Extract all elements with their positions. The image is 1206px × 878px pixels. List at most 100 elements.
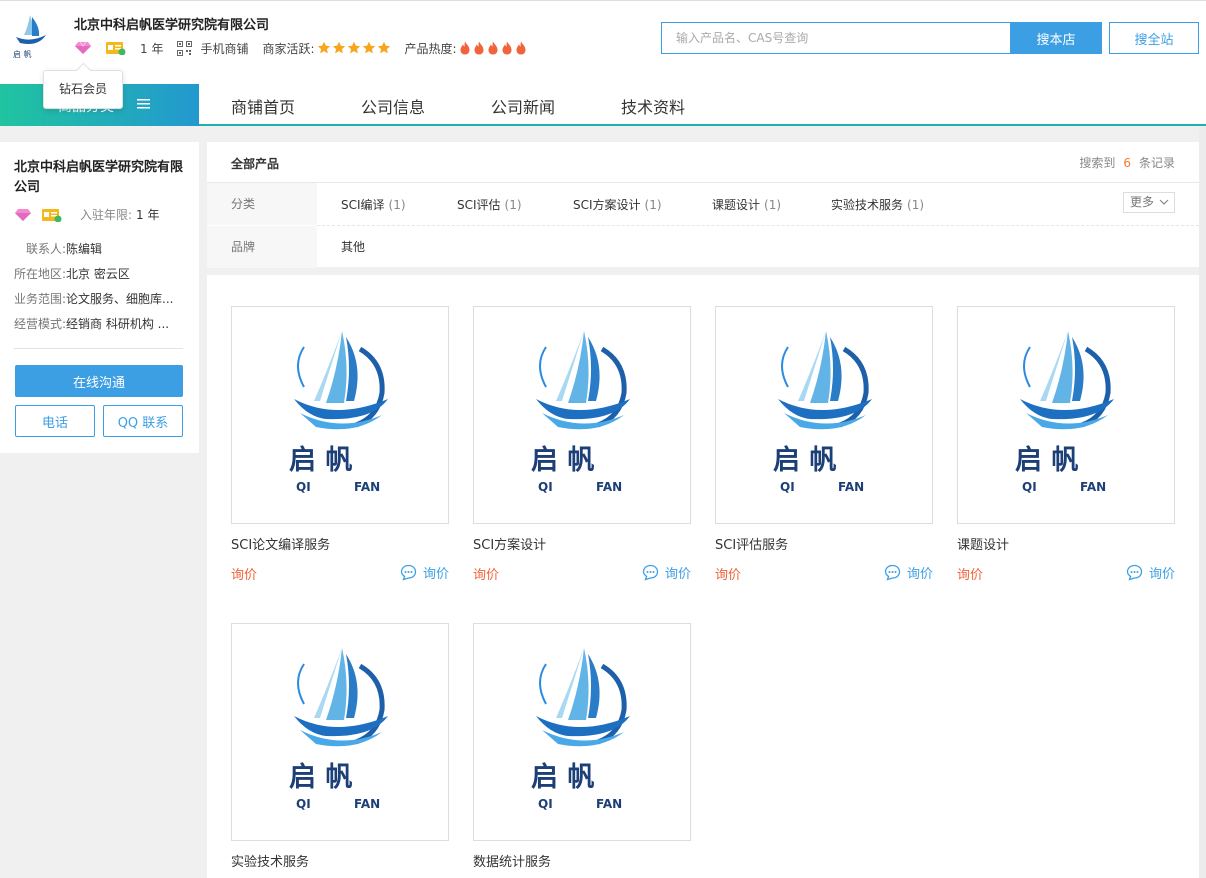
product-name[interactable]: SCI评估服务 [715, 534, 788, 553]
qifan-logo-image: 启 帆 QI FAN [289, 648, 388, 811]
svg-text:QI: QI [296, 480, 311, 494]
star-icon [362, 41, 375, 54]
more-categories-button[interactable]: 更多 [1123, 192, 1175, 213]
nav-item-company-info[interactable]: 公司信息 [361, 94, 425, 118]
search-site-button[interactable]: 搜全站 [1109, 22, 1199, 54]
qifan-logo-image: 启 帆 QI FAN [531, 648, 630, 811]
svg-text:FAN: FAN [596, 797, 622, 811]
qifan-logo-image: 启 帆 QI FAN [531, 331, 630, 494]
category-row-label: 分类 [207, 183, 317, 225]
contact-person: 联系人:陈编辑 [26, 242, 103, 256]
inquiry-link[interactable]: 询价 [1126, 563, 1175, 582]
product-image[interactable]: 启 帆 QI FAN [231, 623, 449, 841]
category-experiment-service[interactable]: 实验技术服务 (1) [831, 196, 924, 213]
inquiry-link[interactable]: 询价 [400, 563, 449, 582]
flame-icon [502, 41, 512, 55]
product-filter: 全部产品 搜索到 6 条记录 分类 品牌 SCI编译 (1) SCI评估 (1) SCI… [207, 142, 1199, 268]
sidebar-badges: 入驻年限: 1 年 [14, 206, 160, 223]
verified-license-icon [106, 42, 126, 55]
inquiry-link[interactable]: 询价 [642, 563, 691, 582]
product-name[interactable]: SCI论文编译服务 [231, 534, 330, 553]
chat-bubble-icon [884, 564, 901, 581]
product-name[interactable]: 课题设计 [957, 534, 1009, 553]
flame-icon [516, 41, 526, 55]
category-sci-plan-design[interactable]: SCI方案设计 (1) [573, 196, 662, 213]
diamond-icon[interactable] [74, 41, 92, 55]
product-grid: 启 帆 QI FAN SCI论文编译服务 询价 询价 启 帆 QI FAN SC… [207, 275, 1199, 878]
svg-text:启 帆: 启 帆 [531, 762, 594, 793]
product-card-4[interactable]: 启 帆 QI FAN 课题设计 询价 询价 [957, 306, 1175, 583]
product-image[interactable]: 启 帆 QI FAN [473, 623, 691, 841]
star-icon [347, 41, 360, 54]
product-card-3[interactable]: 启 帆 QI FAN SCI评估服务 询价 询价 [715, 306, 933, 583]
brand-other[interactable]: 其他 [341, 238, 365, 255]
product-price: 询价 [231, 568, 258, 583]
filter-row-divider [317, 225, 1199, 226]
product-image[interactable]: 启 帆 QI FAN [473, 306, 691, 524]
all-products-title: 全部产品 [231, 157, 280, 171]
qr-code-icon[interactable] [177, 40, 193, 56]
store-logo[interactable]: 启 帆 [8, 11, 54, 63]
product-card-2[interactable]: 启 帆 QI FAN SCI方案设计 询价 询价 [473, 306, 691, 583]
flame-icon [474, 41, 484, 55]
inquiry-link[interactable]: 询价 [884, 563, 933, 582]
page-scrollbar[interactable] [1199, 126, 1206, 878]
svg-text:QI: QI [780, 480, 795, 494]
phone-button[interactable]: 电话 [15, 405, 95, 437]
search-input[interactable] [661, 22, 1011, 54]
search-store-button[interactable]: 搜本店 [1010, 22, 1102, 54]
product-price: 询价 [957, 568, 984, 583]
category-topic-design[interactable]: 课题设计 (1) [712, 196, 781, 213]
years-value: 1 年 [140, 41, 164, 56]
chat-bubble-icon [400, 564, 417, 581]
heat-label: 产品热度: [404, 41, 457, 56]
svg-text:QI: QI [538, 797, 553, 811]
svg-text:QI: QI [296, 797, 311, 811]
svg-text:启 帆: 启 帆 [773, 445, 836, 476]
verified-license-icon [42, 208, 62, 222]
business-scope: 业务范围:论文服务、细胞库... [14, 292, 174, 306]
svg-text:启 帆: 启 帆 [13, 49, 32, 59]
svg-text:FAN: FAN [1080, 480, 1106, 494]
company-sidebar: 北京中科启帆医学研究院有限公司 入驻年限: 1 年 联系人:陈编辑 所在地区:北… [0, 142, 199, 453]
activity-label: 商家活跃: [262, 41, 315, 56]
product-card-6[interactable]: 启 帆 QI FAN 数据统计服务 询价 询价 [473, 623, 691, 870]
mobile-store-link[interactable]: 手机商铺 [200, 40, 248, 57]
company-name[interactable]: 北京中科启帆医学研究院有限公司 [74, 14, 269, 33]
product-name[interactable]: 实验技术服务 [231, 851, 309, 870]
product-image[interactable]: 启 帆 QI FAN [715, 306, 933, 524]
category-sci-evaluation[interactable]: SCI评估 (1) [457, 196, 522, 213]
flame-icon [460, 41, 470, 55]
product-card-1[interactable]: 启 帆 QI FAN SCI论文编译服务 询价 询价 [231, 306, 449, 583]
product-image[interactable]: 启 帆 QI FAN [231, 306, 449, 524]
product-name[interactable]: SCI方案设计 [473, 534, 546, 553]
product-card-5[interactable]: 启 帆 QI FAN 实验技术服务 询价 询价 [231, 623, 449, 870]
product-price: 询价 [715, 568, 742, 583]
svg-text:启 帆: 启 帆 [289, 445, 352, 476]
nav-item-tech-docs[interactable]: 技术资料 [621, 94, 685, 118]
location: 所在地区:北京 密云区 [14, 267, 130, 281]
star-icon [332, 41, 345, 54]
star-icon [317, 41, 330, 54]
svg-text:启 帆: 启 帆 [289, 762, 352, 793]
product-image[interactable]: 启 帆 QI FAN [957, 306, 1175, 524]
svg-text:FAN: FAN [596, 480, 622, 494]
product-name[interactable]: 数据统计服务 [473, 851, 551, 870]
chat-bubble-icon [1126, 564, 1143, 581]
store-nav: 商品分类 商铺首页 公司信息 公司新闻 技术资料 [0, 84, 1206, 126]
qq-contact-button[interactable]: QQ 联系 [103, 405, 183, 437]
svg-text:QI: QI [538, 480, 553, 494]
online-chat-button[interactable]: 在线沟通 [15, 365, 183, 397]
diamond-member-tooltip: 钻石会员 [43, 70, 123, 109]
chat-bubble-icon [642, 564, 659, 581]
qifan-logo-image: 启 帆 QI FAN [289, 331, 388, 494]
store-meta-row: 1 年 手机商铺 商家活跃: 产品热度: [74, 39, 527, 57]
sidebar-company-name[interactable]: 北京中科启帆医学研究院有限公司 [14, 158, 190, 198]
heat-flames [459, 41, 527, 55]
nav-item-company-news[interactable]: 公司新闻 [491, 94, 555, 118]
svg-text:QI: QI [1022, 480, 1037, 494]
category-sci-translation[interactable]: SCI编译 (1) [341, 196, 406, 213]
star-icon [377, 41, 390, 54]
qifan-logo-image: 启 帆 QI FAN [1015, 331, 1114, 494]
nav-item-home[interactable]: 商铺首页 [231, 94, 295, 118]
